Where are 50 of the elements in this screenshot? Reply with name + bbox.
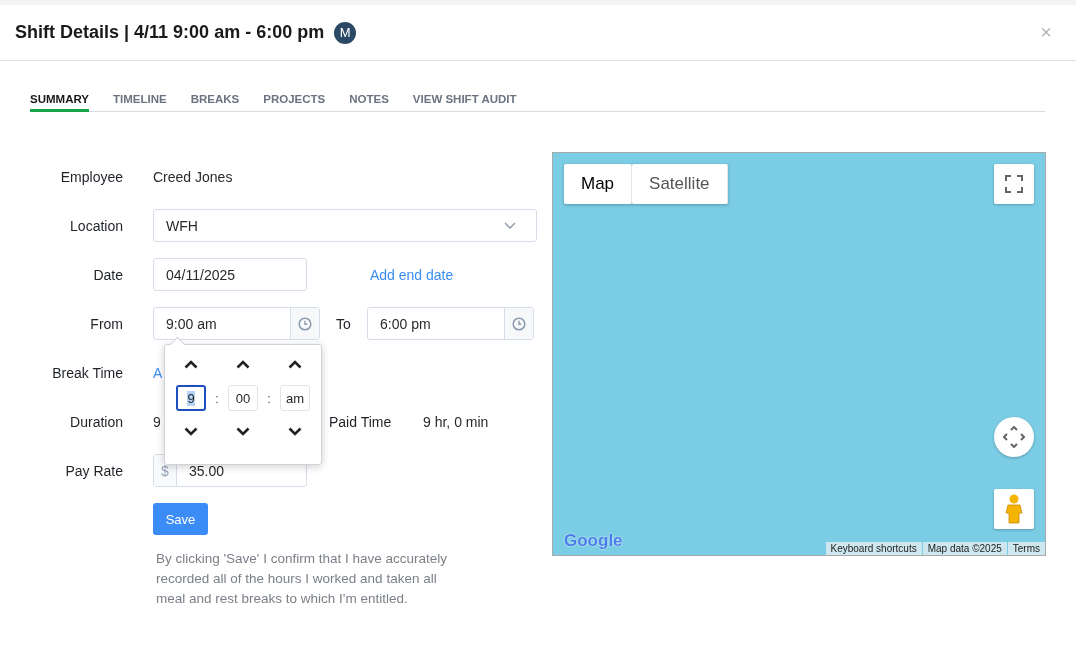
avatar: M — [334, 21, 357, 44]
to-time-field[interactable]: 6:00 pm — [367, 307, 534, 340]
map-logo: Google — [564, 531, 623, 551]
location-select[interactable]: WFH — [153, 209, 537, 242]
chevron-up-icon[interactable] — [184, 360, 198, 369]
field-label: From — [89, 315, 123, 332]
paid-time-value: 9 hr, 0 min — [423, 413, 489, 430]
time-segment-field[interactable]: 00 — [228, 385, 258, 411]
chevron-down-icon — [504, 221, 516, 230]
time-segment-field[interactable]: am — [280, 385, 310, 411]
dialog-title: Shift Details | 4/11 9:00 am - 6:00 pm — [15, 22, 325, 43]
field-label: Location — [69, 217, 123, 234]
tab[interactable]: VIEW SHIFT AUDIT — [412, 93, 517, 112]
tab[interactable]: NOTES — [349, 93, 389, 112]
disclaimer-text: By clicking 'Save' I confirm that I have accurately recorded all of the hours I worked and taken all meal and rest breaks to which I'm entitled. — [156, 550, 449, 608]
field-label: Pay Rate — [64, 462, 123, 479]
clock-icon — [512, 316, 526, 331]
chevron-up-icon[interactable] — [236, 360, 250, 369]
time-segment-field[interactable]: 9 — [176, 385, 206, 411]
tab[interactable]: BREAKS — [190, 93, 240, 112]
field-label: Break Time — [51, 364, 123, 381]
field-label: To — [335, 315, 352, 332]
map-type-button[interactable]: Satellite — [632, 164, 728, 204]
chevron-down-icon[interactable] — [184, 427, 198, 436]
person-figure-icon — [1005, 494, 1023, 524]
move-arrows-icon — [1003, 426, 1025, 448]
pay-rate-field[interactable]: $ 35.00 — [153, 454, 307, 487]
chevron-up-icon[interactable] — [288, 360, 302, 369]
fullscreen-icon — [1005, 175, 1023, 193]
map-type-button[interactable]: Map — [564, 164, 633, 204]
tab[interactable]: TIMELINE — [113, 93, 167, 112]
date-field[interactable]: 04/11/2025 — [153, 258, 307, 291]
chevron-down-icon[interactable] — [236, 427, 250, 436]
field-label: Date — [92, 266, 123, 283]
clock-icon — [298, 316, 312, 331]
employee-name: Creed Jones — [153, 168, 233, 185]
tab[interactable]: SUMMARY — [30, 93, 89, 112]
map-attribution-link[interactable]: Terms — [1007, 542, 1045, 555]
tab[interactable]: PROJECTS — [263, 93, 326, 112]
fullscreen-button[interactable] — [994, 164, 1034, 204]
field-label: Employee — [59, 168, 123, 185]
time-separator: : — [266, 390, 272, 406]
duration-value: 9 — [153, 413, 162, 430]
map-attribution-link[interactable]: Map data ©2025 — [922, 542, 1007, 555]
time-separator: : — [214, 390, 220, 406]
field-label: Duration — [69, 413, 123, 430]
map-attribution-link[interactable]: Keyboard shortcuts — [825, 542, 922, 555]
from-time-field[interactable]: 9:00 am — [153, 307, 320, 340]
chevron-down-icon[interactable] — [288, 427, 302, 436]
field-label: Paid Time — [329, 413, 393, 430]
